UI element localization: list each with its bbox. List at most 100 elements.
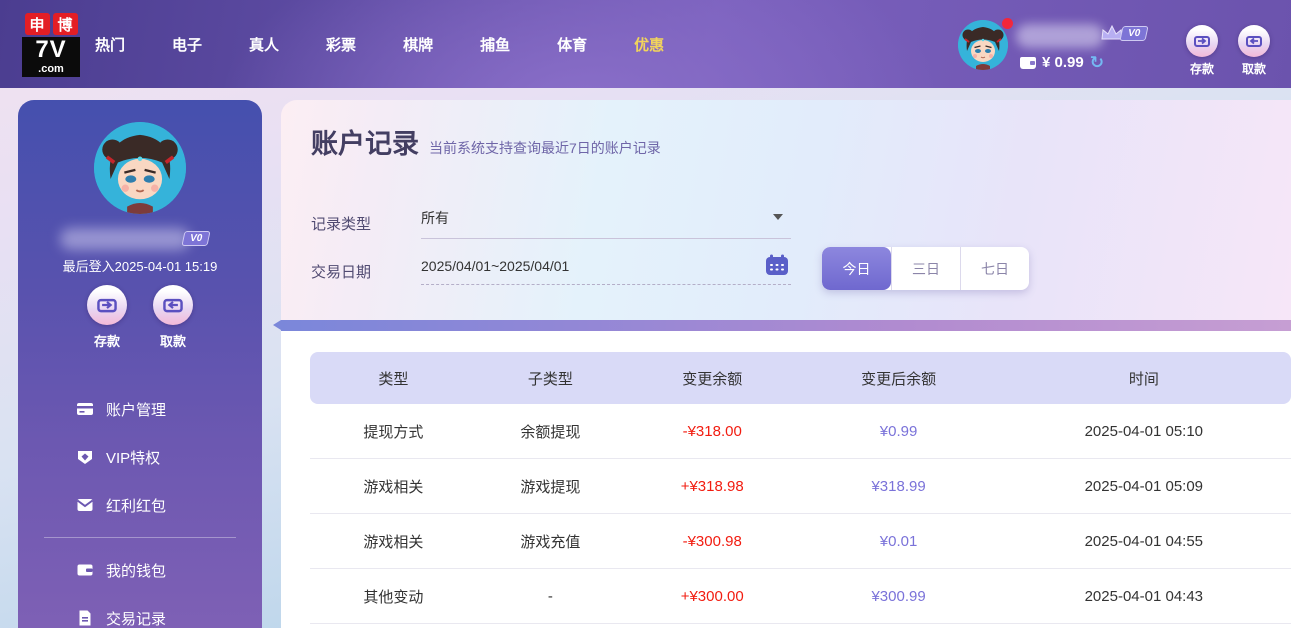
nav-item-live[interactable]: 真人 — [249, 34, 279, 55]
page-title: 账户记录 — [311, 122, 419, 161]
page: 申 博 7V .com 热门 电子 真人 彩票 棋牌 捕鱼 体育 优惠 — [0, 0, 1291, 628]
last-login-text: 最后登入2025-04-01 15:19 — [18, 256, 262, 275]
header-subtype: 子类型 — [477, 368, 624, 389]
cell-type: 其他变动 — [310, 586, 477, 607]
nav-item-fishing[interactable]: 捕鱼 — [480, 34, 510, 55]
refresh-balance-icon[interactable]: ↻ — [1090, 54, 1104, 71]
record-type-select[interactable]: 所有 — [421, 208, 791, 239]
card-bottom-ribbon — [281, 320, 1291, 331]
nav-withdraw[interactable]: 取款 — [1238, 25, 1270, 77]
sidebar-item-vip-privileges[interactable]: VIP特权 — [18, 433, 262, 481]
cell-balance: ¥300.99 — [800, 588, 996, 605]
logo-badge-right: 博 — [53, 13, 78, 35]
withdraw-icon[interactable] — [1238, 25, 1270, 57]
date-range-label: 交易日期 — [311, 261, 421, 282]
nav-item-sports[interactable]: 体育 — [557, 34, 587, 55]
date-range-value: 2025/04/01~2025/04/01 — [421, 258, 569, 274]
calendar-icon[interactable] — [765, 254, 789, 279]
cell-subtype: - — [477, 588, 624, 605]
page-subtitle: 当前系统支持查询最近7日的账户记录 — [429, 138, 661, 158]
table-row: 提现方式 余额提现 -¥318.00 ¥0.99 2025-04-01 05:1… — [310, 404, 1291, 459]
record-type-filter: 记录类型 所有 — [311, 208, 791, 239]
cell-change: +¥318.98 — [624, 478, 801, 495]
cell-change: +¥300.00 — [624, 588, 801, 605]
cell-time: 2025-04-01 05:09 — [997, 478, 1291, 495]
deposit-label: 存款 — [94, 331, 120, 350]
date-range-filter: 交易日期 2025/04/01~2025/04/01 — [311, 258, 791, 285]
sidebar-item-transaction-records[interactable]: 交易记录 — [18, 594, 262, 628]
vip-gem-icon — [76, 448, 94, 466]
table-row: 游戏相关 游戏提现 +¥318.98 ¥318.99 2025-04-01 05… — [310, 459, 1291, 514]
sidebar-item-label: 我的钱包 — [106, 560, 166, 581]
quick-button-7days[interactable]: 七日 — [960, 247, 1029, 290]
sidebar-withdraw[interactable]: 取款 — [153, 285, 193, 350]
user-avatar[interactable] — [958, 20, 1008, 70]
record-type-value: 所有 — [421, 210, 449, 226]
date-quick-buttons: 今日 三日 七日 — [822, 247, 1029, 290]
header-type: 类型 — [310, 368, 477, 389]
table-body: 提现方式 余额提现 -¥318.00 ¥0.99 2025-04-01 05:1… — [310, 404, 1291, 624]
wallet-icon — [1020, 57, 1036, 69]
deposit-icon[interactable] — [1186, 25, 1218, 57]
table-row: 其他变动 - +¥300.00 ¥300.99 2025-04-01 04:43 — [310, 569, 1291, 624]
brand-logo[interactable]: 申 博 7V .com — [22, 13, 80, 77]
cell-type: 提现方式 — [310, 421, 477, 442]
sidebar: V0 最后登入2025-04-01 15:19 存款 取款 账户管 — [18, 100, 262, 628]
sidebar-item-label: 红利红包 — [106, 495, 166, 516]
document-icon — [76, 609, 94, 627]
nav-deposit[interactable]: 存款 — [1186, 25, 1218, 77]
sidebar-item-my-wallet[interactable]: 我的钱包 — [18, 546, 262, 594]
username-redacted — [1016, 24, 1104, 48]
nav-item-chess[interactable]: 棋牌 — [403, 34, 433, 55]
avatar-illustration — [958, 20, 1008, 70]
sidebar-avatar[interactable] — [94, 122, 186, 214]
sidebar-item-label: 交易记录 — [106, 608, 166, 628]
account-records-card: 账户记录 当前系统支持查询最近7日的账户记录 记录类型 所有 交易日期 2025… — [281, 100, 1291, 320]
notification-dot — [1002, 18, 1013, 29]
nav-item-lottery[interactable]: 彩票 — [326, 34, 356, 55]
cell-subtype: 余额提现 — [477, 421, 624, 442]
deposit-icon[interactable] — [87, 285, 127, 325]
cell-time: 2025-04-01 05:10 — [997, 423, 1291, 440]
balance-row: ¥ 0.99 ↻ — [1020, 54, 1104, 71]
deposit-label: 存款 — [1190, 60, 1214, 77]
cell-type: 游戏相关 — [310, 476, 477, 497]
cell-subtype: 游戏提现 — [477, 476, 624, 497]
cell-change: -¥318.00 — [624, 423, 801, 440]
logo-domain: .com — [22, 63, 80, 77]
sidebar-item-account-management[interactable]: 账户管理 — [18, 385, 262, 433]
chevron-down-icon — [773, 214, 783, 220]
vip-badge: V0 — [1119, 26, 1148, 41]
record-type-label: 记录类型 — [311, 213, 421, 234]
cell-time: 2025-04-01 04:43 — [997, 588, 1291, 605]
records-table: 类型 子类型 变更余额 变更后余额 时间 提现方式 余额提现 -¥318.00 … — [310, 352, 1291, 624]
sidebar-item-label: VIP特权 — [106, 447, 160, 468]
header-balance-after: 变更后余额 — [800, 368, 996, 389]
top-navbar: 申 博 7V .com 热门 电子 真人 彩票 棋牌 捕鱼 体育 优惠 — [0, 0, 1291, 88]
sidebar-divider — [44, 537, 236, 538]
username-redacted — [60, 228, 190, 250]
withdraw-icon[interactable] — [153, 285, 193, 325]
wallet-icon — [76, 561, 94, 579]
sidebar-menu: 账户管理 VIP特权 红利红包 我的钱包 — [18, 385, 262, 628]
sidebar-item-bonus-redpacket[interactable]: 红利红包 — [18, 481, 262, 529]
page-head: 账户记录 当前系统支持查询最近7日的账户记录 — [311, 122, 661, 161]
table-header: 类型 子类型 变更余额 变更后余额 时间 — [310, 352, 1291, 404]
main-nav: 热门 电子 真人 彩票 棋牌 捕鱼 体育 优惠 — [95, 0, 664, 88]
nav-item-promo[interactable]: 优惠 — [634, 34, 664, 55]
cell-balance: ¥0.01 — [800, 533, 996, 550]
quick-button-today[interactable]: 今日 — [822, 247, 891, 290]
nav-item-slots[interactable]: 电子 — [172, 34, 202, 55]
quick-button-3days[interactable]: 三日 — [891, 247, 960, 290]
cell-balance: ¥318.99 — [800, 478, 996, 495]
sidebar-deposit[interactable]: 存款 — [87, 285, 127, 350]
withdraw-label: 取款 — [1242, 60, 1266, 77]
cell-subtype: 游戏充值 — [477, 531, 624, 552]
vip-level[interactable]: V0 — [1100, 24, 1147, 42]
nav-item-hot[interactable]: 热门 — [95, 34, 125, 55]
date-range-input[interactable]: 2025/04/01~2025/04/01 — [421, 258, 791, 285]
withdraw-label: 取款 — [160, 331, 186, 350]
logo-badge-left: 申 — [25, 13, 50, 35]
avatar-illustration — [94, 122, 186, 214]
header-change: 变更余额 — [624, 368, 801, 389]
